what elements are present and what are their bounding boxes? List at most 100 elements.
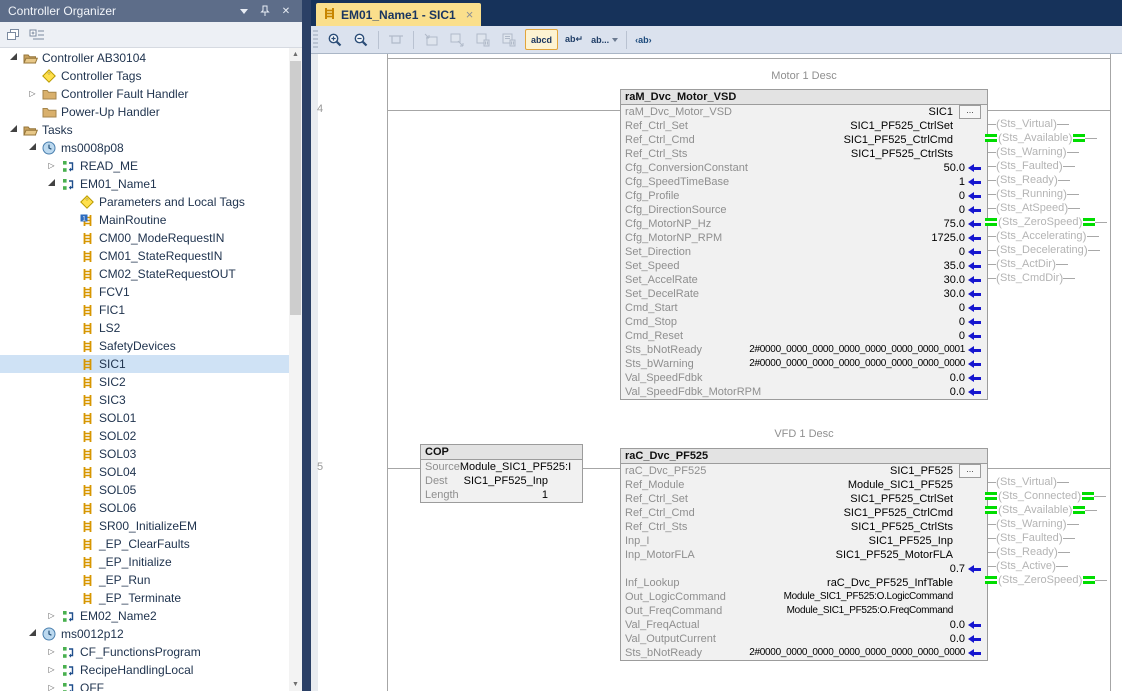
tree-item--ep-clearfaults[interactable]: _EP_ClearFaults [0,535,289,553]
tree-item-fcv1[interactable]: FCV1 [0,283,289,301]
parameter-value[interactable]: 0 [959,189,965,203]
output-coil-sts-connected[interactable]: (Sts_Connected) [988,489,1106,503]
output-coil-sts-cmddir[interactable]: (Sts_CmdDir) [988,271,1075,285]
tree-item-read-me[interactable]: ▷READ_ME [0,157,289,175]
output-coil-sts-ready[interactable]: (Sts_Ready) [988,173,1070,187]
zoom-out-icon[interactable] [349,29,373,51]
output-coil-sts-zerospeed[interactable]: (Sts_ZeroSpeed) [988,215,1107,229]
scroll-down-icon[interactable]: ▼ [289,678,302,691]
zoom-in-icon[interactable] [323,29,347,51]
expand-icon[interactable]: ▷ [43,607,60,625]
text-options-menu[interactable]: ab... [591,35,618,45]
tree-item-em01-name1[interactable]: EM01_Name1 [0,175,289,193]
expand-icon[interactable]: ▷ [43,157,60,175]
expand-icon[interactable]: ▷ [43,661,60,679]
parameter-value[interactable]: 1 [959,175,965,189]
browse-tags-icon[interactable]: ‹ab› [635,35,652,45]
instruction-block-ram-dvc-motor-vsd[interactable]: raM_Dvc_Motor_VSD raM_Dvc_Motor_VSDSIC1.… [620,89,988,400]
export-rung-icon[interactable] [445,29,469,51]
parameter-value[interactable]: 1725.0 [931,231,965,245]
parameter-value[interactable]: 1 [542,488,548,502]
output-coil-sts-warning[interactable]: (Sts_Warning) [988,517,1079,531]
tree-item-sol05[interactable]: SOL05 [0,481,289,499]
parameter-value[interactable]: Module_SIC1_PF525:O.LogicCommand [784,590,953,604]
output-coil-sts-accelerating[interactable]: (Sts_Accelerating) [988,229,1099,243]
parameter-value[interactable]: 0 [959,301,965,315]
scrollbar-thumb[interactable] [290,61,301,315]
parameter-value[interactable]: 0.0 [950,618,965,632]
insert-rung-icon[interactable] [419,29,443,51]
tree-item--ep-terminate[interactable]: _EP_Terminate [0,589,289,607]
tree-item-sr00-initializeem[interactable]: SR00_InitializeEM [0,517,289,535]
parameter-value[interactable]: 50.0 [944,161,965,175]
close-icon[interactable]: ✕ [278,3,294,19]
tree-item--ep-initialize[interactable]: _EP_Initialize [0,553,289,571]
output-coil-sts-zerospeed[interactable]: (Sts_ZeroSpeed) [988,573,1107,587]
parameter-value[interactable]: 75.0 [944,217,965,231]
tree-item-off[interactable]: ▷OFF [0,679,289,691]
parameter-value[interactable]: 0 [959,329,965,343]
parameter-value[interactable]: 35.0 [944,259,965,273]
output-coil-sts-available[interactable]: (Sts_Available) [988,503,1097,517]
parameter-value[interactable]: Module_SIC1_PF525 [848,478,953,492]
tree-item-mainroutine[interactable]: 1MainRoutine [0,211,289,229]
tree-item-controller-ab30104[interactable]: Controller AB30104 [0,49,289,67]
parameter-value[interactable]: SIC1_PF525_Inp [464,474,548,488]
tree-item-power-up-handler[interactable]: Power-Up Handler [0,103,289,121]
tree-item-sol03[interactable]: SOL03 [0,445,289,463]
parameter-value[interactable]: SIC1_PF525_Inp [869,534,953,548]
parameter-value[interactable]: 2#0000_0000_0000_0000_0000_0000_0000_000… [749,343,965,357]
output-coil-sts-faulted[interactable]: (Sts_Faulted) [988,531,1075,545]
tree-item-sol06[interactable]: SOL06 [0,499,289,517]
parameter-value[interactable]: 2#0000_0000_0000_0000_0000_0000_0000_000… [749,646,965,660]
pin-icon[interactable] [257,3,273,19]
parameter-value[interactable]: SIC1_PF525_MotorFLA [836,548,953,562]
tree-item-ms0012p12[interactable]: ms0012p12 [0,625,289,643]
expand-icon[interactable]: ▷ [43,643,60,661]
output-coil-sts-atspeed[interactable]: (Sts_AtSpeed) [988,201,1080,215]
tree-item-sol02[interactable]: SOL02 [0,427,289,445]
parameter-value[interactable]: 30.0 [944,287,965,301]
tree-item-fic1[interactable]: FIC1 [0,301,289,319]
parameter-value[interactable]: 0 [959,315,965,329]
tree-item-tasks[interactable]: Tasks [0,121,289,139]
window-position-icon[interactable] [236,3,252,19]
output-coil-sts-virtual[interactable]: (Sts_Virtual) [988,117,1069,131]
panel-splitter[interactable] [302,0,311,691]
instruction-block-rac-dvc-pf525[interactable]: raC_Dvc_PF525 raC_Dvc_PF525SIC1_PF525...… [620,448,988,661]
tree-item-controller-fault-handler[interactable]: ▷Controller Fault Handler [0,85,289,103]
parameter-value[interactable]: raC_Dvc_PF525_InfTable [827,576,953,590]
parameter-value[interactable]: SIC1_PF525 [890,464,953,478]
instruction-block-cop[interactable]: COP SourceModule_SIC1_PF525:IDestSIC1_PF… [420,444,583,503]
tree-item-parameters-and-local-tags[interactable]: Parameters and Local Tags [0,193,289,211]
tree-item--ep-run[interactable]: _EP_Run [0,571,289,589]
output-coil-sts-faulted[interactable]: (Sts_Faulted) [988,159,1075,173]
tree-item-cf-functionsprogram[interactable]: ▷CF_FunctionsProgram [0,643,289,661]
output-coil-sts-virtual[interactable]: (Sts_Virtual) [988,475,1069,489]
collapse-icon[interactable] [5,49,22,67]
parameter-value[interactable]: 0 [959,245,965,259]
output-coil-sts-ready[interactable]: (Sts_Ready) [988,545,1070,559]
tree-item-sol04[interactable]: SOL04 [0,463,289,481]
tree-item-cm00-moderequestin[interactable]: CM00_ModeRequestIN [0,229,289,247]
tree-item-sol01[interactable]: SOL01 [0,409,289,427]
tree-item-ls2[interactable]: LS2 [0,319,289,337]
expand-icon[interactable]: ▷ [24,85,41,103]
browse-button[interactable]: ... [959,105,981,119]
parameter-value[interactable]: 0.0 [950,371,965,385]
parameter-value[interactable]: SIC1_PF525_CtrlSet [850,492,953,506]
cascade-windows-icon[interactable] [6,28,21,42]
parameter-value[interactable]: 0 [959,203,965,217]
delete-branch-icon[interactable] [497,29,521,51]
expand-tree-icon[interactable] [29,28,45,42]
tree-item-sic2[interactable]: SIC2 [0,373,289,391]
collapse-icon[interactable] [24,139,41,157]
rung-number[interactable]: 4 [317,103,335,115]
collapse-icon[interactable] [5,121,22,139]
output-coil-sts-active[interactable]: (Sts_Active) [988,559,1068,573]
browse-button[interactable]: ... [959,464,981,478]
parameter-value[interactable]: 30.0 [944,273,965,287]
branch-icon[interactable] [384,29,408,51]
parameter-value[interactable]: SIC1_PF525_CtrlSet [850,119,953,133]
tab-em01-name1-sic1[interactable]: EM01_Name1 - SIC1 × [316,3,481,26]
